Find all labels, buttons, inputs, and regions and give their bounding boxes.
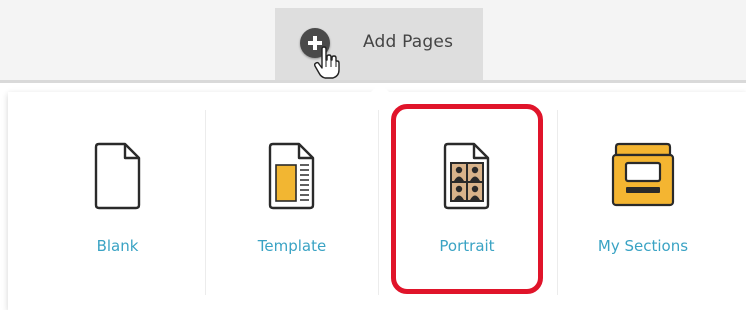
option-portrait[interactable]: Portrait [391, 105, 543, 300]
my-sections-folder-icon [611, 142, 675, 207]
blank-page-icon [94, 142, 140, 210]
add-pages-screen: Add Pages Blank Template Portrait My Sec… [0, 0, 746, 310]
option-label-blank: Blank [96, 237, 139, 255]
hand-pointer-icon [313, 46, 340, 79]
add-pages-label: Add Pages [363, 32, 454, 52]
template-page-icon [268, 142, 315, 210]
option-my-sections[interactable]: My Sections [558, 105, 728, 300]
portrait-page-icon [443, 142, 490, 210]
option-label-template: Template [257, 237, 327, 255]
dropdown-pointer [370, 83, 390, 93]
option-label-my-sections: My Sections [597, 237, 689, 255]
option-divider [378, 110, 379, 295]
option-template[interactable]: Template [206, 105, 378, 300]
top-toolbar: Add Pages [0, 0, 746, 80]
option-label-portrait: Portrait [439, 237, 495, 255]
option-blank[interactable]: Blank [30, 105, 205, 300]
add-pages-button[interactable]: Add Pages [275, 8, 483, 80]
